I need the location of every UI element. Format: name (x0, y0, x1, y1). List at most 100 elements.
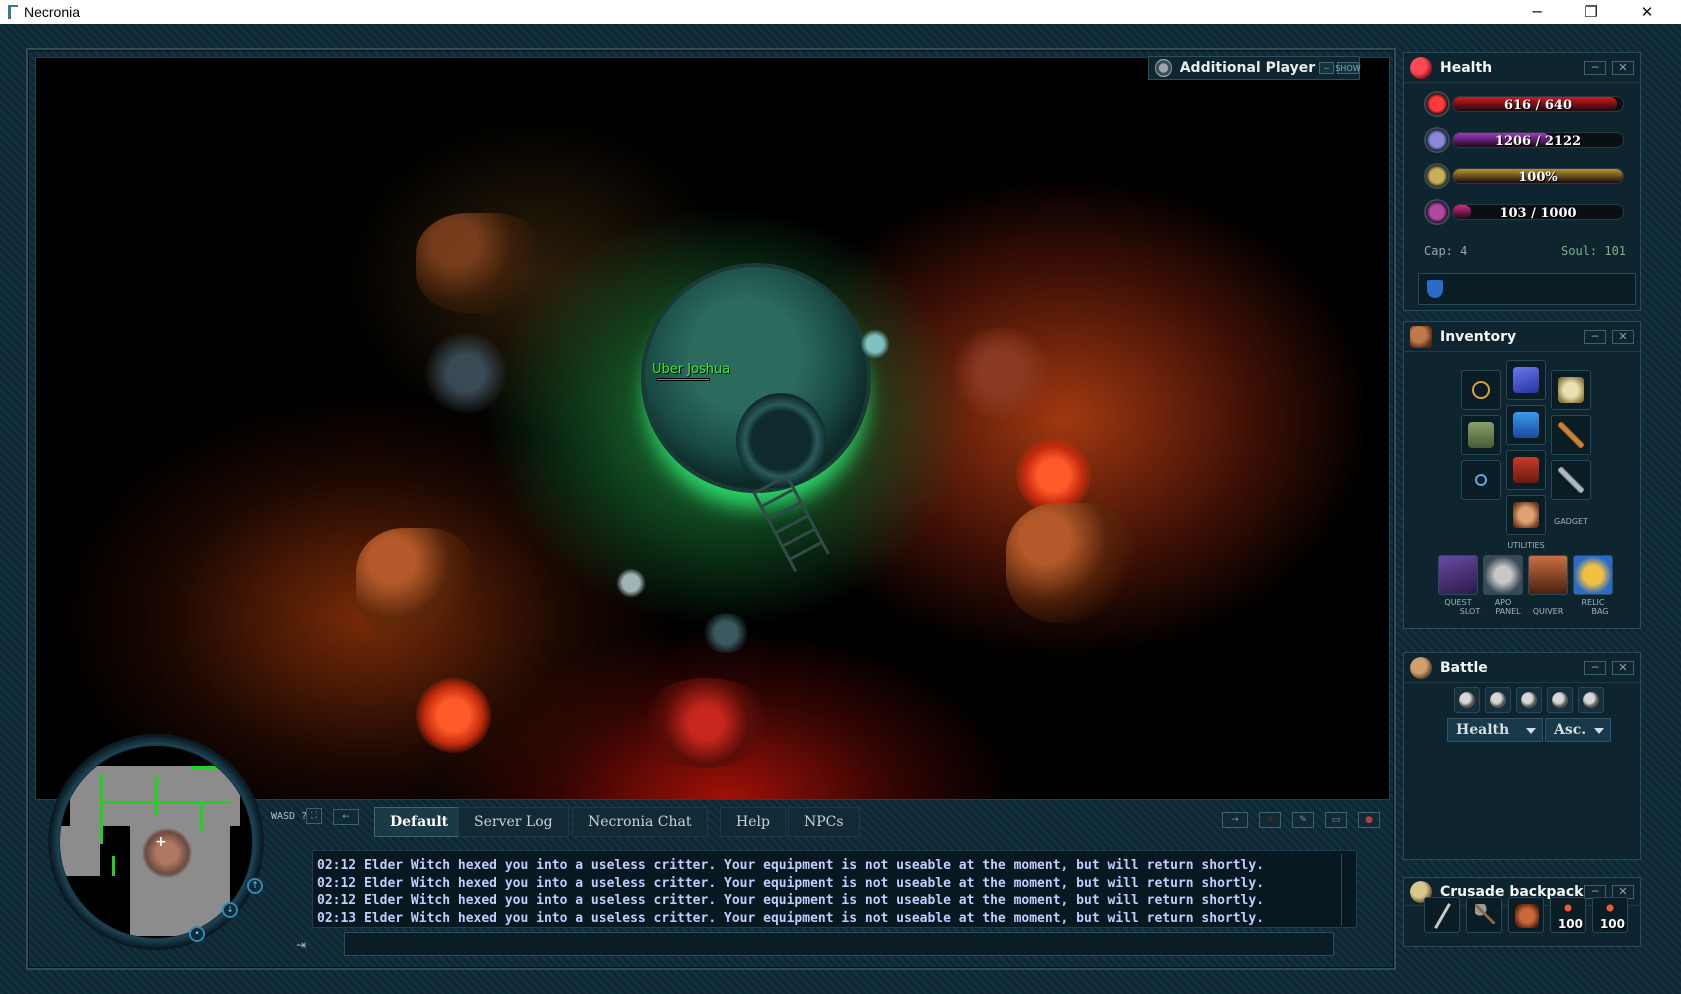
sort-by-select[interactable]: Health (1447, 718, 1543, 742)
amulet-icon (1472, 381, 1490, 399)
close-tab-icon[interactable]: ✕ (1259, 812, 1281, 828)
left-hand-slot[interactable] (1461, 415, 1501, 455)
battle-close-button[interactable]: ✕ (1612, 660, 1634, 675)
battle-minimize-button[interactable]: ─ (1584, 660, 1606, 675)
addl-show-button[interactable]: SHOW (1335, 62, 1361, 74)
backpack-slot[interactable]: 100 (1592, 897, 1628, 933)
filter-monsters-button[interactable] (1516, 687, 1542, 713)
bag-icon (1515, 904, 1539, 928)
conditions-bar (1418, 273, 1636, 305)
filter-npcs-button[interactable] (1485, 687, 1511, 713)
necklace-slot[interactable] (1461, 370, 1501, 410)
skull (861, 328, 889, 360)
additional-player-options[interactable]: Additional Player Options ─ SHOW (1148, 56, 1361, 80)
quest-slot-button[interactable] (1438, 555, 1478, 595)
window-titlebar: Necronia ─ ❐ ✕ (0, 0, 1681, 24)
ring-slot[interactable] (1461, 460, 1501, 500)
player-health-bar (656, 378, 710, 381)
chat-line: 02:12 Elder Witch hexed you into a usele… (317, 893, 1265, 908)
wasd-toggle[interactable]: WASD ? (271, 811, 307, 822)
feet-slot[interactable] (1506, 495, 1546, 535)
minimap-wall (190, 766, 225, 769)
skeleton-creature[interactable] (421, 333, 511, 413)
ignore-icon[interactable]: ● (1358, 812, 1380, 828)
spellbook-icon (1468, 422, 1494, 448)
ring-icon (1475, 474, 1487, 486)
backpack-slot[interactable]: 100 (1550, 897, 1586, 933)
chat-channel-icon[interactable]: ⇥ (296, 938, 306, 952)
fire-creature[interactable] (946, 328, 1056, 418)
restore-window-button[interactable]: ❐ (1568, 0, 1614, 24)
red-altar (636, 678, 776, 768)
item-count: 100 (1557, 917, 1583, 931)
tab-npcs[interactable]: NPCs (788, 807, 860, 837)
tab-server-log[interactable]: Server Log (458, 807, 569, 837)
player-position-icon: + (155, 834, 167, 850)
filter-players-button[interactable] (1454, 687, 1480, 713)
sort-order-select[interactable]: Asc. (1545, 718, 1611, 742)
arrow-icon (1558, 467, 1584, 493)
legs-icon (1513, 457, 1539, 483)
window-icon[interactable]: ▭ (1325, 812, 1347, 828)
backpack-slot[interactable] (1551, 370, 1591, 410)
next-tab-button[interactable]: → (1222, 812, 1248, 828)
lava-rock (1016, 438, 1091, 513)
backpack-slot[interactable] (1424, 897, 1460, 933)
soul-label: Soul: 101 (1561, 244, 1627, 258)
minimap-center-button[interactable]: • (189, 926, 205, 942)
minimap-wall (100, 774, 103, 844)
health-close-button[interactable]: ✕ (1612, 60, 1634, 75)
tab-help[interactable]: Help (720, 807, 786, 837)
gear-icon (1155, 59, 1172, 77)
edit-icon[interactable]: ✎ (1292, 812, 1314, 828)
minimap-zoom-in-button[interactable]: ↑ (247, 878, 263, 894)
quiver-button[interactable] (1528, 555, 1568, 595)
inventory-panel: Inventory ─ ✕ GADGET UTILITIES QUEST SLO… (1403, 321, 1641, 629)
cauldron-hatch (736, 393, 826, 488)
legs-slot[interactable] (1506, 450, 1546, 490)
experience-value: 103 / 1000 (1499, 206, 1577, 221)
apo-panel-label-top: APO (1494, 598, 1512, 607)
stamina-value: 100% (1518, 170, 1558, 185)
inventory-panel-header[interactable]: Inventory ─ ✕ (1404, 322, 1640, 352)
chat-line: 02:12 Elder Witch hexed you into a usele… (317, 875, 1265, 891)
wizard-hat-icon (1513, 367, 1539, 393)
backpack-slot[interactable] (1508, 897, 1544, 933)
filter-party-button[interactable] (1578, 687, 1604, 713)
minimap-zoom-out-button[interactable]: ↓ (222, 902, 238, 918)
chat-scrollbar[interactable] (1341, 854, 1355, 926)
rock-pile (1006, 503, 1136, 623)
right-hand-slot[interactable] (1551, 415, 1591, 455)
backpack-icon (1410, 325, 1432, 348)
health-minimize-button[interactable]: ─ (1584, 60, 1606, 75)
health-panel-header[interactable]: Health ─ ✕ (1404, 53, 1640, 83)
ammo-slot[interactable] (1551, 460, 1591, 500)
expand-icon[interactable]: ⛶ (306, 808, 322, 824)
previous-tab-button[interactable]: ← (333, 809, 359, 825)
ammo-icon (1601, 902, 1619, 914)
chat-log[interactable]: 02:12 Elder Witch hexed you into a usele… (312, 850, 1357, 928)
health-panel: Health ─ ✕ 616 / 640 1206 / 2122 100% 10… (1403, 52, 1641, 311)
bag-icon (1558, 377, 1584, 403)
armor-slot[interactable] (1506, 405, 1546, 445)
battle-panel: Battle ─ ✕ (1403, 652, 1641, 860)
ammo-icon (1559, 902, 1577, 914)
skull-filter-icon (1552, 692, 1568, 708)
relic-bag-button[interactable] (1573, 555, 1613, 595)
addl-minimize-button[interactable]: ─ (1319, 62, 1334, 74)
minimap-wall (100, 801, 230, 804)
close-window-button[interactable]: ✕ (1624, 0, 1670, 24)
backpack-slot[interactable] (1466, 897, 1502, 933)
inventory-close-button[interactable]: ✕ (1612, 329, 1634, 344)
head-slot[interactable] (1506, 360, 1546, 400)
tab-necronia-chat[interactable]: Necronia Chat (572, 807, 708, 837)
filter-skulls-button[interactable] (1547, 687, 1573, 713)
battle-panel-header[interactable]: Battle ─ ✕ (1404, 653, 1640, 683)
chat-input[interactable] (344, 932, 1334, 956)
inventory-minimize-button[interactable]: ─ (1584, 329, 1606, 344)
tab-default[interactable]: Default (374, 807, 465, 837)
minimize-window-button[interactable]: ─ (1514, 0, 1560, 24)
apo-panel-button[interactable] (1483, 555, 1523, 595)
player-filter-icon (1459, 692, 1475, 708)
game-viewport[interactable]: Uber Joshua (35, 57, 1390, 800)
